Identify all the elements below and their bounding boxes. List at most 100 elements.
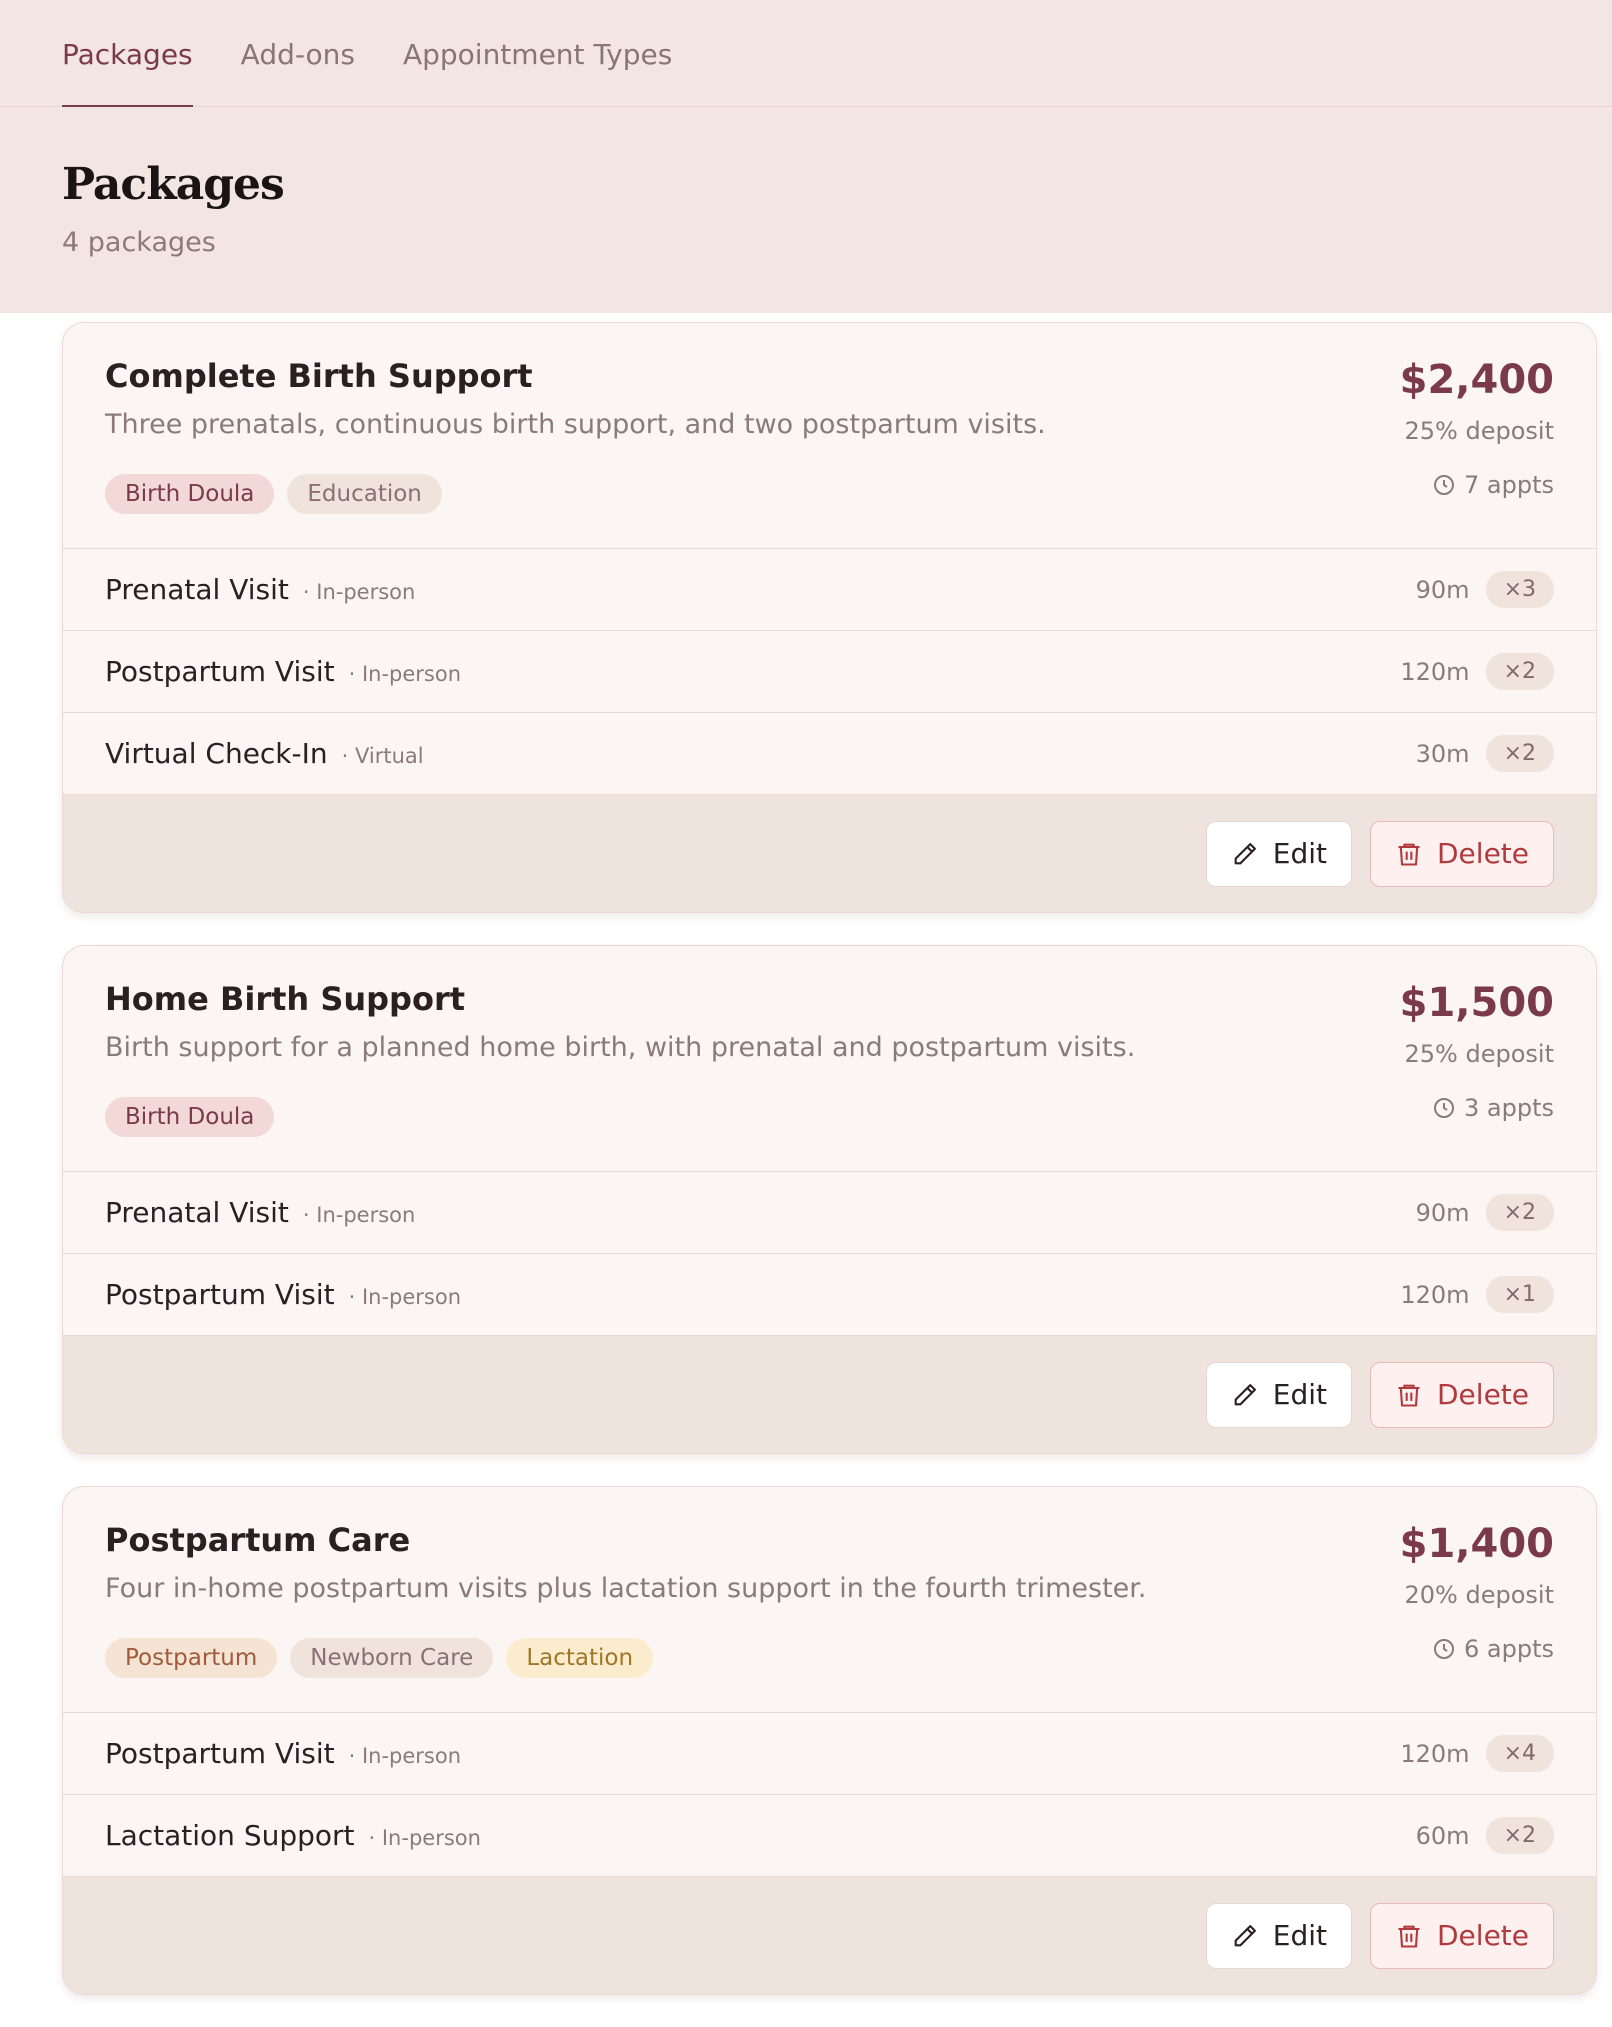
page-title: Packages (62, 159, 285, 210)
edit-button[interactable]: Edit (1205, 1902, 1352, 1969)
tab-add-ons[interactable]: Add-ons (241, 0, 355, 107)
package-tags: Birth Doula Education (105, 474, 1554, 514)
item-duration: 90m (1415, 575, 1470, 604)
item-info: Prenatal Visit · In-person (105, 1196, 415, 1229)
item-meta: 120m ×1 (1400, 1276, 1554, 1313)
item-name: Prenatal Visit (105, 1196, 289, 1229)
package-items: Prenatal Visit · In-person 90m ×3 Postpa… (63, 548, 1596, 794)
package-description: Three prenatals, continuous birth suppor… (105, 409, 1046, 440)
package-title: Complete Birth Support (105, 357, 533, 395)
delete-button[interactable]: Delete (1370, 820, 1554, 887)
category-tag: Education (287, 474, 442, 514)
item-name: Lactation Support (105, 1819, 355, 1852)
pencil-icon (1234, 1383, 1256, 1405)
tab-packages[interactable]: Packages (62, 0, 193, 107)
package-card: Complete Birth Support Three prenatals, … (62, 322, 1597, 913)
item-meta: 60m ×2 (1416, 1817, 1554, 1854)
delete-button[interactable]: Delete (1370, 1902, 1554, 1969)
package-actions: Edit Delete (63, 1335, 1596, 1453)
item-mode: · In-person (302, 1203, 416, 1227)
item-name: Postpartum Visit (105, 655, 335, 688)
package-price: $1,400 (1399, 1521, 1554, 1567)
clock-icon (1434, 1098, 1454, 1118)
item-quantity-badge: ×3 (1485, 571, 1554, 608)
item-quantity-badge: ×2 (1485, 653, 1554, 690)
package-summary: Complete Birth Support Three prenatals, … (63, 323, 1596, 548)
edit-button[interactable]: Edit (1205, 820, 1352, 887)
item-meta: 90m ×2 (1416, 1194, 1554, 1231)
package-item-row: Postpartum Visit · In-person 120m ×2 (63, 630, 1596, 712)
appointment-count-label: 3 appts (1464, 1094, 1554, 1122)
package-pricing: $1,400 20% deposit 6 appts (1400, 1521, 1554, 1663)
package-item-row: Prenatal Visit · In-person 90m ×2 (63, 1171, 1596, 1253)
package-tags: Postpartum Newborn Care Lactation (105, 1638, 1554, 1678)
appointment-count-label: 7 appts (1464, 471, 1554, 499)
item-meta: 120m ×4 (1400, 1735, 1554, 1772)
edit-button[interactable]: Edit (1205, 1361, 1352, 1428)
trash-icon (1398, 1384, 1420, 1407)
item-info: Virtual Check-In · Virtual (105, 737, 424, 770)
package-title: Home Birth Support (105, 980, 466, 1018)
package-item-row: Postpartum Visit · In-person 120m ×4 (63, 1712, 1596, 1794)
package-tags: Birth Doula (105, 1097, 1554, 1137)
package-card: Postpartum Care Four in-home postpartum … (62, 1486, 1597, 1995)
item-quantity-badge: ×1 (1485, 1276, 1554, 1313)
clock-icon (1434, 475, 1454, 495)
pencil-icon (1234, 1924, 1256, 1946)
item-info: Postpartum Visit · In-person (105, 1737, 461, 1770)
item-info: Postpartum Visit · In-person (105, 655, 461, 688)
package-actions: Edit Delete (63, 1876, 1596, 1994)
edit-label: Edit (1272, 837, 1327, 870)
item-info: Lactation Support · In-person (105, 1819, 481, 1852)
pencil-icon (1234, 842, 1256, 864)
item-meta: 120m ×2 (1400, 653, 1554, 690)
package-deposit: 20% deposit (1404, 1581, 1554, 1609)
delete-label: Delete (1437, 1919, 1529, 1952)
package-deposit: 25% deposit (1404, 1040, 1554, 1068)
item-name: Virtual Check-In (105, 737, 328, 770)
item-duration: 120m (1400, 1280, 1470, 1309)
package-price: $1,500 (1399, 980, 1554, 1026)
top-nav: Packages Add-ons Appointment Types (0, 0, 1612, 107)
item-mode: · In-person (348, 1744, 462, 1768)
item-mode: · In-person (302, 580, 416, 604)
package-summary: Postpartum Care Four in-home postpartum … (63, 1487, 1596, 1712)
item-duration: 60m (1415, 1821, 1470, 1850)
package-title: Postpartum Care (105, 1521, 411, 1559)
item-mode: · In-person (348, 662, 462, 686)
package-item-row: Postpartum Visit · In-person 120m ×1 (63, 1253, 1596, 1335)
item-info: Postpartum Visit · In-person (105, 1278, 461, 1311)
package-items: Prenatal Visit · In-person 90m ×2 Postpa… (63, 1171, 1596, 1335)
package-appointment-count: 3 appts (1400, 1094, 1554, 1122)
package-items: Postpartum Visit · In-person 120m ×4 Lac… (63, 1712, 1596, 1876)
package-pricing: $1,500 25% deposit 3 appts (1400, 980, 1554, 1122)
package-card: Home Birth Support Birth support for a p… (62, 945, 1597, 1454)
item-quantity-badge: ×4 (1485, 1735, 1554, 1772)
package-description: Birth support for a planned home birth, … (105, 1032, 1136, 1063)
package-deposit: 25% deposit (1404, 417, 1554, 445)
package-appointment-count: 7 appts (1400, 471, 1554, 499)
item-quantity-badge: ×2 (1485, 1194, 1554, 1231)
tab-bar: Packages Add-ons Appointment Types (62, 0, 672, 107)
edit-label: Edit (1272, 1378, 1327, 1411)
delete-button[interactable]: Delete (1370, 1361, 1554, 1428)
package-actions: Edit Delete (63, 794, 1596, 912)
package-pricing: $2,400 25% deposit 7 appts (1400, 357, 1554, 499)
item-mode: · In-person (348, 1285, 462, 1309)
item-name: Postpartum Visit (105, 1278, 335, 1311)
item-name: Postpartum Visit (105, 1737, 335, 1770)
package-summary: Home Birth Support Birth support for a p… (63, 946, 1596, 1171)
package-item-row: Prenatal Visit · In-person 90m ×3 (63, 548, 1596, 630)
edit-label: Edit (1272, 1919, 1327, 1952)
tab-appointment-types[interactable]: Appointment Types (403, 0, 672, 107)
item-duration: 30m (1415, 739, 1470, 768)
trash-icon (1398, 1925, 1420, 1948)
item-quantity-badge: ×2 (1485, 735, 1554, 772)
item-mode: · In-person (368, 1826, 481, 1850)
item-meta: 30m ×2 (1416, 735, 1554, 772)
item-duration: 90m (1415, 1198, 1470, 1227)
package-list: Complete Birth Support Three prenatals, … (62, 322, 1597, 2027)
item-duration: 120m (1400, 657, 1470, 686)
category-tag: Birth Doula (105, 1097, 275, 1137)
package-count: 4 packages (62, 227, 216, 258)
